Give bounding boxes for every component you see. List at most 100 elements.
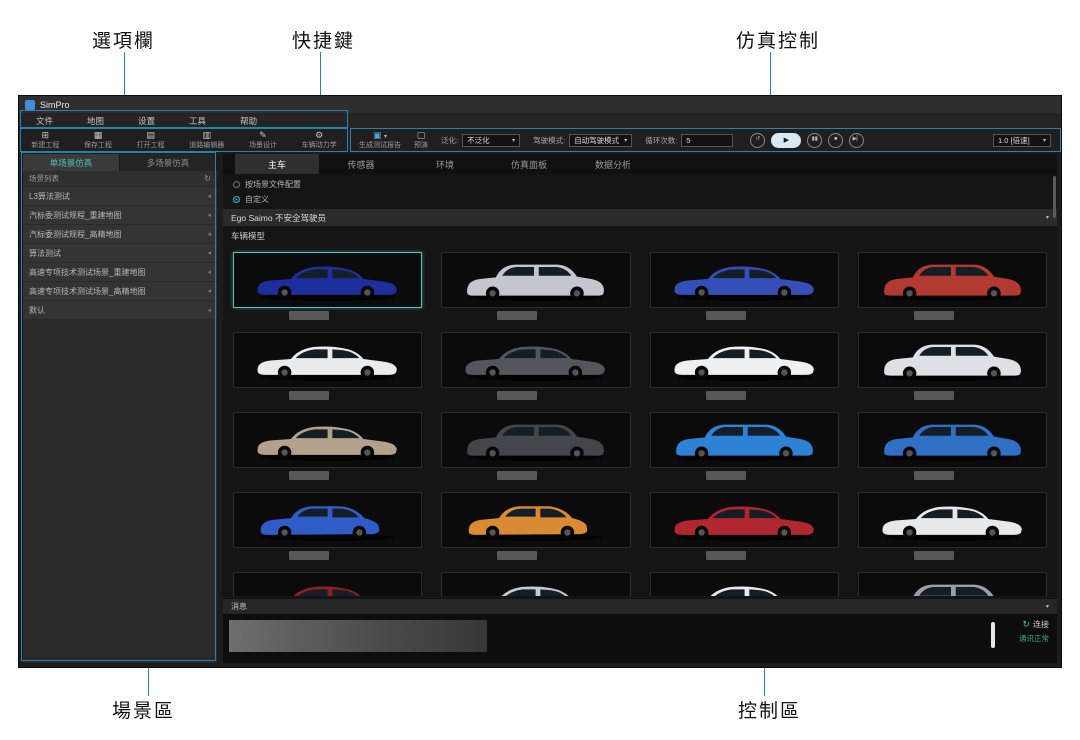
scene-list-item[interactable]: 汽标委测试规程_高精地图 ◂ — [23, 225, 217, 243]
main-tab[interactable]: 环境 — [403, 154, 487, 174]
annotation-sim-control-label: 仿真控制 — [736, 26, 820, 53]
sim-controls-group: ▣ ▾ 生成测试报告 ▢ 预演 泛化: 不泛化 ▾ 驾驶模式: 自动驾驶模式 ▾ — [349, 128, 1061, 152]
preview-button[interactable]: ▢ 预演 — [414, 131, 428, 149]
message-panel-body: ↻ 连接 通讯正常 — [223, 614, 1057, 663]
sidebar-tab[interactable]: 多场景仿真 — [120, 154, 217, 171]
vehicle-card[interactable] — [858, 332, 1047, 388]
sidebar-tabs: 单场景仿真多场景仿真 — [23, 154, 217, 171]
vehicle-card[interactable] — [233, 332, 422, 388]
toolbar-button[interactable]: ▥ 道路编辑器 — [189, 131, 224, 149]
main-tab[interactable]: 数据分析 — [571, 154, 655, 174]
chevron-down-icon: ▾ — [512, 137, 515, 144]
vehicle-card[interactable] — [650, 572, 839, 596]
vehicle-card[interactable] — [858, 492, 1047, 548]
save-project-icon: ▦ — [94, 131, 103, 142]
message-scrollbar[interactable] — [991, 622, 995, 648]
play-button[interactable]: ▶ — [771, 133, 801, 148]
vehicle-name-tag — [497, 551, 537, 560]
scene-list-item[interactable]: 默认 ◂ — [23, 301, 217, 319]
vehicle-cell — [441, 572, 630, 596]
vehicle-name-tag — [914, 311, 954, 320]
chevron-left-icon: ◂ — [207, 287, 211, 295]
vehicle-name-tag — [706, 391, 746, 400]
control-area: 主车传感器环境仿真面板数据分析 按场景文件配置 自定义 Ego Saimo 不安… — [223, 154, 1057, 663]
step-button[interactable]: ▶▏ — [849, 133, 864, 148]
vehicle-card[interactable] — [858, 252, 1047, 308]
vehicle-card[interactable] — [650, 332, 839, 388]
scene-list-item[interactable]: 汽标委测试规程_重建地图 ◂ — [23, 206, 217, 224]
connect-button[interactable]: ↻ 连接 — [1022, 619, 1049, 630]
menu-item[interactable]: 设置 — [121, 115, 172, 127]
menu-item[interactable]: 文件 — [19, 115, 70, 127]
toolbar-button[interactable]: ▦ 保存工程 — [84, 131, 112, 149]
pause-button[interactable]: ▮▮ — [807, 133, 822, 148]
chevron-down-icon: ▾ — [384, 134, 387, 140]
vehicle-card[interactable] — [650, 412, 839, 468]
message-panel-header[interactable]: 消息 ▾ — [223, 599, 1057, 614]
road-editor-icon: ▥ — [203, 131, 212, 142]
vehicle-cell — [233, 252, 422, 320]
scene-list-item[interactable]: L3算法测试 ◂ — [23, 187, 217, 205]
scene-list-item[interactable]: 算法测试 ◂ — [23, 244, 217, 262]
main-tab[interactable]: 仿真面板 — [487, 154, 571, 174]
vehicle-card[interactable] — [650, 492, 839, 548]
config-radio-group: 按场景文件配置 自定义 — [223, 174, 1057, 207]
app-title: SimPro — [40, 100, 70, 110]
menu-item[interactable]: 工具 — [172, 115, 223, 127]
vehicle-card[interactable] — [441, 252, 630, 308]
ego-selector[interactable]: Ego Saimo 不安全驾驶员 ▾ — [223, 209, 1057, 226]
stop-button[interactable]: ■ — [828, 133, 843, 148]
vehicle-cell — [233, 412, 422, 480]
vehicle-card[interactable] — [441, 332, 630, 388]
vehicle-name-tag — [289, 471, 329, 480]
vehicle-card[interactable] — [858, 572, 1047, 596]
toolbar-button[interactable]: ✎ 场景设计 — [249, 131, 277, 149]
chevron-down-icon: ▾ — [1046, 214, 1049, 221]
comm-status-text: 通讯正常 — [1019, 633, 1049, 644]
sidebar-tab[interactable]: 单场景仿真 — [23, 154, 120, 171]
new-project-icon: ⊞ — [42, 131, 50, 142]
config-radio-option[interactable]: 按场景文件配置 — [233, 179, 1057, 190]
main-tab[interactable]: 传感器 — [319, 154, 403, 174]
scene-list-item[interactable]: 高速专项技术测试场景_高精地图 ◂ — [23, 282, 217, 300]
vehicle-card[interactable] — [233, 492, 422, 548]
scene-list: L3算法测试 ◂ 汽标委测试规程_重建地图 ◂ 汽标委测试规程_高精地图 ◂ — [23, 186, 217, 319]
vehicle-name-tag — [289, 391, 329, 400]
vehicle-card[interactable] — [650, 252, 839, 308]
vehicle-card[interactable] — [233, 252, 422, 308]
app-logo-icon — [25, 100, 35, 110]
vehicle-cell — [233, 332, 422, 400]
drive-mode-select[interactable]: 自动驾驶模式 ▾ — [569, 134, 632, 147]
refresh-icon[interactable]: ↻ — [204, 174, 211, 183]
vehicle-card[interactable] — [233, 412, 422, 468]
vehicle-card[interactable] — [233, 572, 422, 596]
vehicle-name-tag — [289, 551, 329, 560]
vehicle-name-tag — [914, 471, 954, 480]
toolbar-button[interactable]: ⊞ 新建工程 — [31, 131, 59, 149]
project-toolbar-group: ⊞ 新建工程 ▦ 保存工程 ▤ 打开工程 ▥ 道路编辑器 — [19, 128, 349, 152]
main-scrollbar[interactable] — [1053, 176, 1056, 218]
vehicle-cell — [441, 492, 630, 560]
vehicle-card[interactable] — [441, 412, 630, 468]
generate-report-toggle[interactable]: ▣ ▾ 生成测试报告 — [359, 131, 401, 149]
toolbar-button[interactable]: ⚙ 车辆动力学 — [302, 131, 337, 149]
menu-item[interactable]: 地图 — [70, 115, 121, 127]
main-tab[interactable]: 主车 — [235, 154, 319, 174]
app-body: 单场景仿真多场景仿真 场景列表 ↻ L3算法测试 ◂ 汽标委测试规程_重建地图 … — [19, 152, 1061, 667]
menu-item[interactable]: 帮助 — [223, 115, 274, 127]
config-radio-option[interactable]: 自定义 — [233, 194, 1057, 205]
vehicle-card[interactable] — [858, 412, 1047, 468]
speed-select[interactable]: 1.0 [倍速] ▾ — [993, 134, 1051, 147]
vehicle-card[interactable] — [441, 492, 630, 548]
reset-button[interactable]: ↺ — [750, 133, 765, 148]
vehicle-cell — [858, 252, 1047, 320]
scene-list-item[interactable]: 高速专项技术测试场景_重建地图 ◂ — [23, 263, 217, 281]
message-progress-block — [229, 620, 487, 652]
loop-count-input[interactable]: 5 — [681, 134, 733, 147]
generalization-select[interactable]: 不泛化 ▾ — [462, 134, 520, 147]
main-tabs: 主车传感器环境仿真面板数据分析 — [223, 154, 1057, 174]
toolbar-button[interactable]: ▤ 打开工程 — [137, 131, 165, 149]
preview-icon: ▢ — [417, 131, 426, 141]
vehicle-name-tag — [914, 391, 954, 400]
vehicle-card[interactable] — [441, 572, 630, 596]
